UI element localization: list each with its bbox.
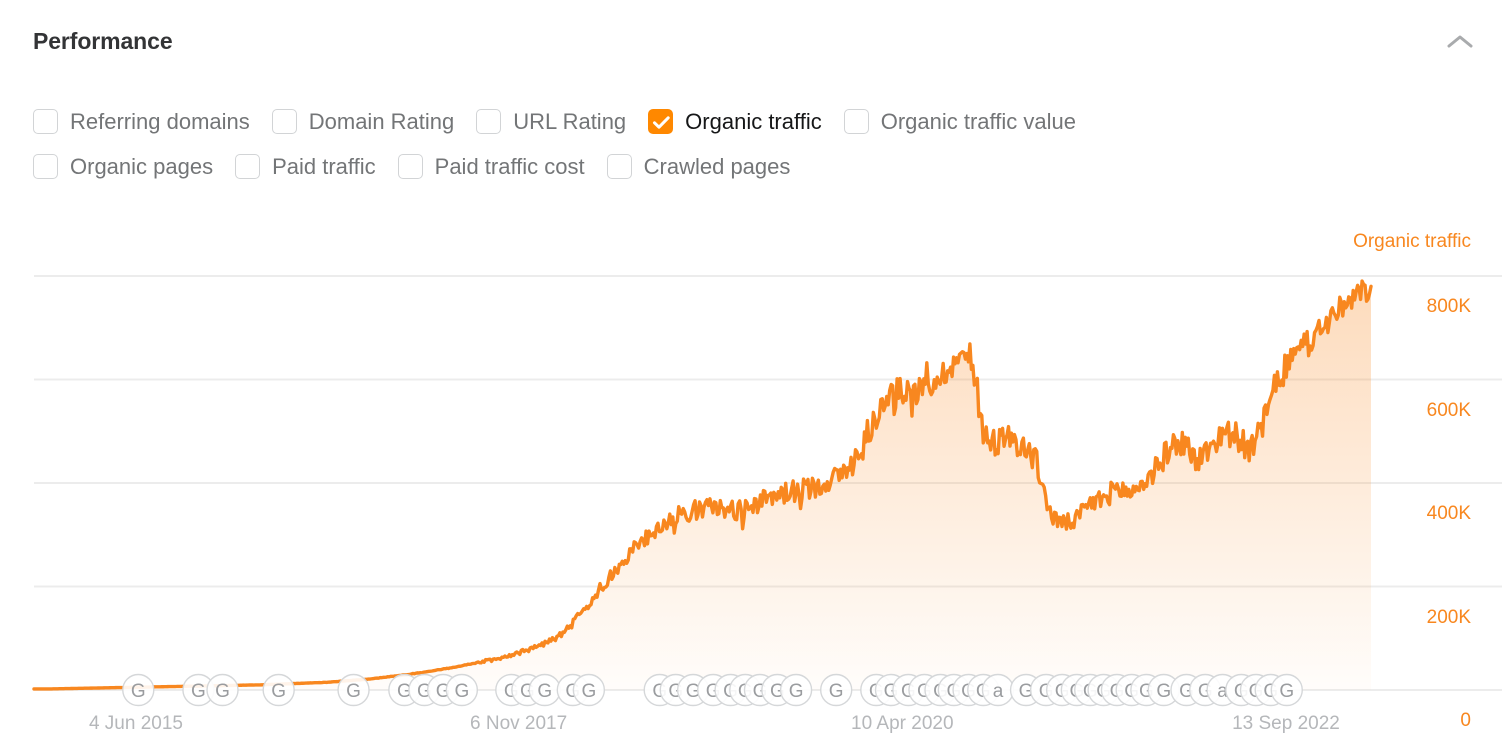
svg-text:G: G (191, 681, 206, 702)
metric-url-rating[interactable]: URL Rating (476, 109, 626, 134)
algorithm-update-marker[interactable]: G (779, 673, 813, 707)
y-axis-tick-label: 0 (1460, 710, 1471, 731)
x-axis-tick-label: 13 Sep 2022 (1232, 713, 1340, 734)
svg-text:G: G (829, 681, 844, 702)
algorithm-update-marker[interactable]: G (337, 673, 370, 707)
algorithm-update-marker[interactable]: G (122, 673, 155, 707)
metric-domain-rating[interactable]: Domain Rating (271, 108, 455, 134)
performance-panel: Performance Referring domains Domain Rat… (0, 0, 1502, 750)
metric-label: Paid traffic (272, 153, 376, 179)
checkbox-paid-traffic[interactable] (235, 154, 261, 179)
svg-text:G: G (215, 681, 230, 702)
panel-header: Performance (0, 0, 1502, 78)
algorithm-update-marker[interactable]: G (572, 673, 606, 707)
svg-text:a: a (993, 681, 1004, 702)
algorithm-update-marker[interactable]: G (820, 673, 853, 707)
svg-text:G: G (581, 681, 596, 702)
metric-label: Referring domains (70, 108, 250, 134)
y-axis-tick-label: 600K (1426, 399, 1471, 421)
metric-row-1: Referring domains Domain Rating URL Rati… (33, 99, 1483, 144)
algorithm-update-marker[interactable]: G (528, 673, 561, 707)
metric-organic-pages[interactable]: Organic pages (33, 154, 213, 179)
metric-organic-traffic-value[interactable]: Organic traffic value (843, 108, 1076, 134)
svg-text:G: G (789, 681, 804, 702)
performance-chart: Organic traffic GGGGGGGGGGGGGGGGGGGGGGGG… (0, 225, 1502, 750)
metric-organic-traffic[interactable]: Organic traffic (648, 109, 822, 134)
metric-toggle-list: Referring domains Domain Rating URL Rati… (33, 99, 1483, 189)
checkbox-referring-domains[interactable] (33, 109, 58, 134)
y-axis-tick-label: 200K (1426, 606, 1471, 628)
x-axis-tick-label: 10 Apr 2020 (851, 713, 954, 734)
x-axis-tick-label: 4 Jun 2015 (88, 713, 183, 734)
checkbox-crawled-pages[interactable] (606, 154, 632, 179)
metric-referring-domains[interactable]: Referring domains (33, 109, 250, 134)
svg-text:G: G (1279, 681, 1294, 702)
svg-text:G: G (454, 681, 469, 702)
metric-row-2: Organic pages Paid traffic Paid traffic … (33, 144, 1483, 189)
metric-crawled-pages[interactable]: Crawled pages (606, 153, 791, 179)
checkbox-organic-traffic[interactable] (648, 109, 674, 134)
algorithm-update-marker[interactable]: G (262, 673, 295, 707)
metric-paid-traffic-cost[interactable]: Paid traffic cost (397, 153, 585, 179)
checkbox-paid-traffic-cost[interactable] (397, 154, 423, 179)
algorithm-update-marker[interactable]: G (445, 673, 479, 707)
chart-plot-area[interactable]: GGGGGGGGGGGGGGGGGGGGGGGGGGGGGGGGaGGGGGGG… (0, 225, 1502, 750)
algorithm-update-marker[interactable]: G (1270, 673, 1303, 707)
x-axis-tick-label: 6 Nov 2017 (470, 713, 568, 734)
chevron-up-icon[interactable] (1440, 22, 1480, 62)
metric-label: Domain Rating (308, 108, 455, 134)
metric-label: Organic traffic (685, 108, 822, 134)
metric-paid-traffic[interactable]: Paid traffic (235, 154, 376, 179)
algorithm-update-marker[interactable]: a (981, 673, 1015, 707)
metric-label: Organic pages (70, 153, 214, 179)
y-axis-tick-label: 400K (1426, 503, 1471, 524)
checkbox-domain-rating[interactable] (271, 109, 297, 134)
check-icon (649, 110, 672, 133)
metric-label: Crawled pages (643, 153, 791, 179)
checkbox-organic-pages[interactable] (33, 154, 58, 179)
svg-text:G: G (1156, 681, 1171, 702)
checkbox-organic-traffic-value[interactable] (843, 109, 869, 134)
checkbox-url-rating[interactable] (476, 109, 502, 134)
svg-text:G: G (271, 681, 286, 702)
svg-text:G: G (346, 681, 361, 702)
algorithm-update-marker[interactable]: G (206, 673, 239, 707)
page-title: Performance (33, 28, 173, 54)
svg-text:G: G (537, 681, 552, 702)
y-axis-tick-label: 800K (1426, 296, 1471, 317)
svg-text:G: G (131, 681, 146, 702)
metric-label: Organic traffic value (880, 108, 1076, 134)
metric-label: Paid traffic cost (434, 153, 585, 179)
metric-label: URL Rating (513, 108, 627, 134)
